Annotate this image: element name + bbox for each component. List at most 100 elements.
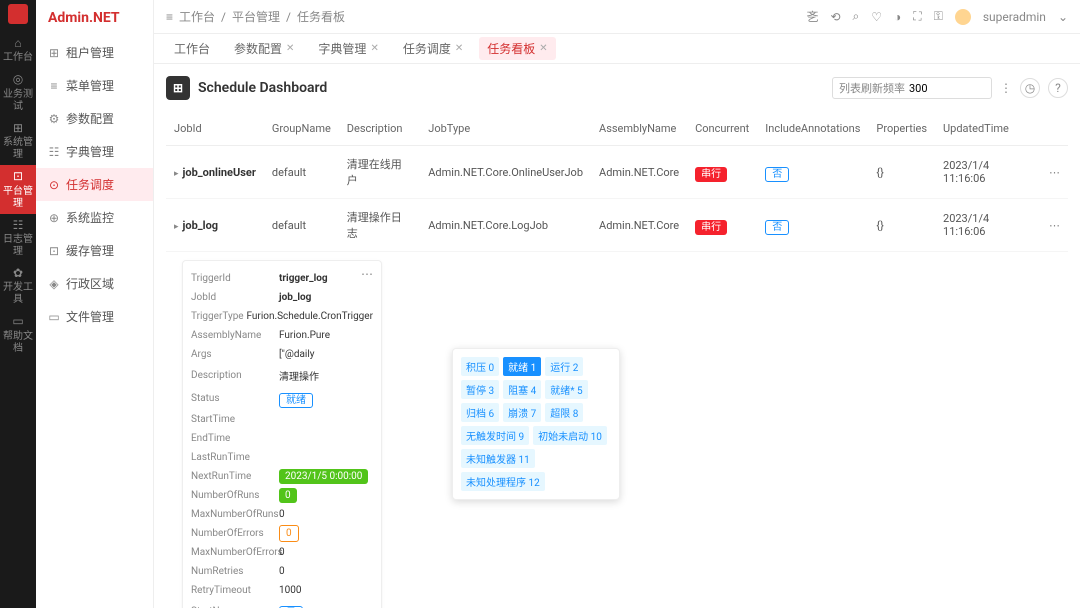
mini-item-1[interactable]: ◎业务测试	[0, 68, 36, 116]
sidebar-item-2[interactable]: ⚙参数配置	[36, 102, 153, 135]
status-option[interactable]: 未知触发器 11	[461, 449, 535, 468]
mini-item-5[interactable]: ✿开发工具	[0, 262, 36, 310]
expand-icon[interactable]: ▸	[174, 222, 179, 232]
inc-badge: 否	[765, 167, 789, 182]
status-option[interactable]: 暂停 3	[461, 380, 499, 399]
sidebar-item-3[interactable]: ☷字典管理	[36, 135, 153, 168]
detail-row-Status: Status就绪	[191, 387, 373, 410]
col-header: JobType	[420, 112, 591, 146]
tab-1[interactable]: 参数配置✕	[226, 37, 302, 60]
topbar-actions: 㐎 ⟲ ⌕ ♡ ◑ ⛶ ⚿ superadmin ⌄	[806, 8, 1068, 25]
detail-row-StartTime: StartTime	[191, 410, 373, 429]
detail-row-MaxNumberOfRuns: MaxNumberOfRuns0	[191, 505, 373, 524]
help-icon[interactable]: ?	[1048, 78, 1068, 98]
detail-row-Args: Args["@daily	[191, 345, 373, 364]
status-option[interactable]: 阻塞 4	[503, 380, 541, 399]
detail-row-TriggerType: TriggerTypeFurion.Schedule.CronTrigger	[191, 307, 373, 326]
mini-item-0[interactable]: ⌂工作台	[0, 32, 36, 68]
status-option[interactable]: 积压 0	[461, 357, 499, 376]
detail-row-MaxNumberOfErrors: MaxNumberOfErrors0	[191, 543, 373, 562]
tab-2[interactable]: 字典管理✕	[310, 37, 386, 60]
content: ⊞ Schedule Dashboard 列表刷新频率 ⋮ ◷ ? JobIdG…	[154, 64, 1080, 608]
clock-icon[interactable]: ◷	[1020, 78, 1040, 98]
stepper-icon[interactable]: ⋮	[1000, 81, 1012, 95]
status-option[interactable]: 超限 8	[545, 403, 583, 422]
tab-3[interactable]: 任务调度✕	[395, 37, 471, 60]
fullscreen-icon[interactable]: ⛶	[913, 9, 921, 24]
detail-row-JobId: JobIdjob_log	[191, 288, 373, 307]
col-header: Description	[339, 112, 420, 146]
col-header: GroupName	[264, 112, 339, 146]
status-dropdown[interactable]: 积压 0就绪 1运行 2 暂停 3阻塞 4就绪* 5 归档 6崩溃 7超限 8 无触发…	[452, 348, 620, 500]
jobs-table: JobIdGroupNameDescriptionJobTypeAssembly…	[166, 112, 1068, 252]
refresh-icon[interactable]: ⟲	[830, 10, 840, 24]
status-option[interactable]: 崩溃 7	[503, 403, 541, 422]
user-name[interactable]: superadmin	[983, 10, 1046, 24]
row-more-icon[interactable]: ⋯	[1049, 219, 1060, 232]
col-header: IncludeAnnotations	[757, 112, 868, 146]
lang-icon[interactable]: 㐎	[806, 8, 818, 25]
mini-item-3[interactable]: ⊡平台管理	[0, 165, 36, 213]
topbar: ≡ 工作台/ 平台管理/ 任务看板 㐎 ⟲ ⌕ ♡ ◑ ⛶ ⚿ superadm…	[154, 0, 1080, 34]
sidebar-item-5[interactable]: ⊕系统监控	[36, 201, 153, 234]
col-header: Properties	[868, 112, 935, 146]
detail-row-NextRunTime: NextRunTime2023/1/5 0:00:00	[191, 467, 373, 486]
detail-row-RetryTimeout: RetryTimeout1000	[191, 581, 373, 600]
chevron-down-icon[interactable]: ⌄	[1058, 10, 1068, 24]
status-option[interactable]: 初始未启动 10	[533, 426, 607, 445]
col-header: Concurrent	[687, 112, 757, 146]
detail-row-NumRetries: NumRetries0	[191, 562, 373, 581]
avatar[interactable]	[955, 9, 971, 25]
detail-row-TriggerId: TriggerIdtrigger_log	[191, 269, 373, 288]
trigger-detail-card: ⋯ TriggerIdtrigger_logJobIdjob_logTrigge…	[182, 260, 382, 608]
status-option[interactable]: 归档 6	[461, 403, 499, 422]
tab-4[interactable]: 任务看板✕	[479, 37, 555, 60]
col-header: JobId	[166, 112, 264, 146]
page-title: ⊞ Schedule Dashboard	[166, 76, 327, 100]
status-option[interactable]: 未知处理程序 12	[461, 472, 545, 491]
detail-row-EndTime: EndTime	[191, 429, 373, 448]
status-option[interactable]: 就绪 1	[503, 357, 541, 376]
sidebar-item-7[interactable]: ◈行政区域	[36, 267, 153, 300]
sidebar-item-8[interactable]: ▭文件管理	[36, 300, 153, 333]
status-option[interactable]: 就绪* 5	[545, 380, 587, 399]
theme-icon[interactable]: ◑	[894, 10, 901, 24]
col-header	[1041, 112, 1068, 146]
sidebar-item-0[interactable]: ⊞租户管理	[36, 36, 153, 69]
detail-row-NumberOfRuns: NumberOfRuns0	[191, 486, 373, 505]
dashboard-icon: ⊞	[166, 76, 190, 100]
lock-icon[interactable]: ⚿	[934, 9, 943, 24]
tab-0[interactable]: 工作台	[166, 37, 218, 60]
search-icon[interactable]: ⌕	[853, 9, 860, 24]
row-more-icon[interactable]: ⋯	[1049, 166, 1060, 179]
refresh-rate-input[interactable]: 列表刷新频率	[832, 77, 992, 99]
expand-icon[interactable]: ▸	[174, 169, 179, 179]
mini-sidebar: ⌂工作台◎业务测试⊞系统管理⊡平台管理☷日志管理✿开发工具▭帮助文档	[0, 0, 36, 608]
col-header: UpdatedTime	[935, 112, 1041, 146]
tab-close-icon[interactable]: ✕	[286, 43, 294, 54]
detail-row-Description: Description清理操作	[191, 364, 373, 387]
mini-item-2[interactable]: ⊞系统管理	[0, 117, 36, 165]
mini-item-6[interactable]: ▭帮助文档	[0, 310, 36, 358]
breadcrumb: ≡ 工作台/ 平台管理/ 任务看板	[166, 8, 345, 25]
status-option[interactable]: 无触发时间 9	[461, 426, 529, 445]
sidebar-item-1[interactable]: ≡菜单管理	[36, 69, 153, 102]
mini-item-4[interactable]: ☷日志管理	[0, 214, 36, 262]
sidebar: Admin.NET ⊞租户管理≡菜单管理⚙参数配置☷字典管理⊙任务调度⊕系统监控…	[36, 0, 154, 608]
table-row: ▸job_onlineUser default清理在线用户Admin.NET.C…	[166, 146, 1068, 199]
detail-row-AssemblyName: AssemblyNameFurion.Pure	[191, 326, 373, 345]
tabs: 工作台参数配置✕ 字典管理✕ 任务调度✕ 任务看板✕	[154, 34, 1080, 64]
tab-close-icon[interactable]: ✕	[539, 43, 547, 54]
tab-close-icon[interactable]: ✕	[370, 43, 378, 54]
refresh-value[interactable]	[909, 82, 959, 95]
tab-close-icon[interactable]: ✕	[455, 43, 463, 54]
menu-toggle-icon[interactable]: ≡	[166, 10, 173, 24]
bell-icon[interactable]: ♡	[871, 10, 882, 24]
detail-row-StartNow: StartNow是	[191, 600, 373, 608]
sidebar-item-4[interactable]: ⊙任务调度	[36, 168, 153, 201]
status-option[interactable]: 运行 2	[545, 357, 583, 376]
card-more-icon[interactable]: ⋯	[361, 267, 373, 281]
col-header: AssemblyName	[591, 112, 687, 146]
sidebar-item-6[interactable]: ⊡缓存管理	[36, 234, 153, 267]
concurrent-badge: 串行	[695, 220, 727, 235]
